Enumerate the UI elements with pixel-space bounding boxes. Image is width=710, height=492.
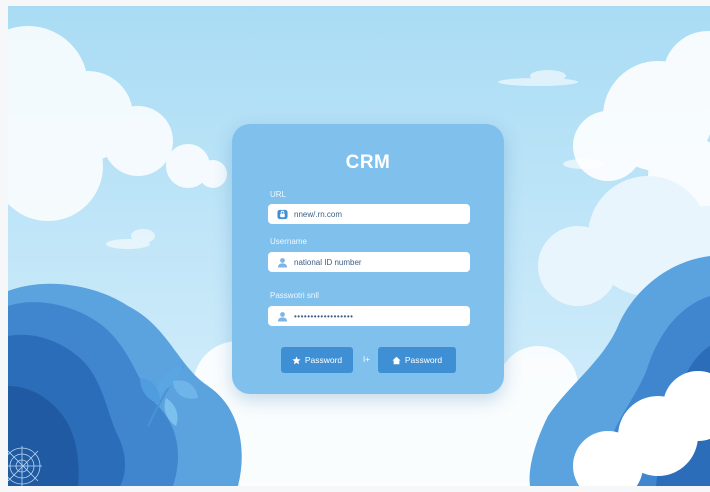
password-button-left-label: Password: [304, 355, 343, 365]
password-label: Passwotri snll: [270, 291, 319, 300]
button-separator: I+: [363, 355, 370, 364]
password-button-right[interactable]: Password: [378, 347, 456, 373]
app-title: CRM: [345, 152, 391, 173]
password-button-left[interactable]: Password: [281, 347, 353, 373]
home-icon: [392, 356, 401, 365]
url-field[interactable]: nnew/.rn.com: [268, 204, 470, 224]
globe-icon: [276, 208, 288, 220]
username-label: Username: [270, 237, 307, 246]
screen-frame: CRM URL nnew/.rn.com Username national I…: [0, 0, 710, 492]
password-button-right-label: Password: [404, 355, 443, 365]
password-field[interactable]: ••••••••••••••••••: [268, 306, 470, 326]
login-card: CRM URL nnew/.rn.com Username national I…: [232, 124, 504, 394]
username-field[interactable]: national ID number: [268, 252, 470, 272]
user-icon: [276, 256, 288, 268]
username-value: national ID number: [294, 257, 362, 267]
url-label: URL: [270, 190, 287, 199]
url-value: nnew/.rn.com: [294, 209, 343, 219]
star-icon: [292, 355, 301, 365]
user-icon: [276, 310, 288, 322]
password-value: ••••••••••••••••••: [294, 311, 354, 321]
